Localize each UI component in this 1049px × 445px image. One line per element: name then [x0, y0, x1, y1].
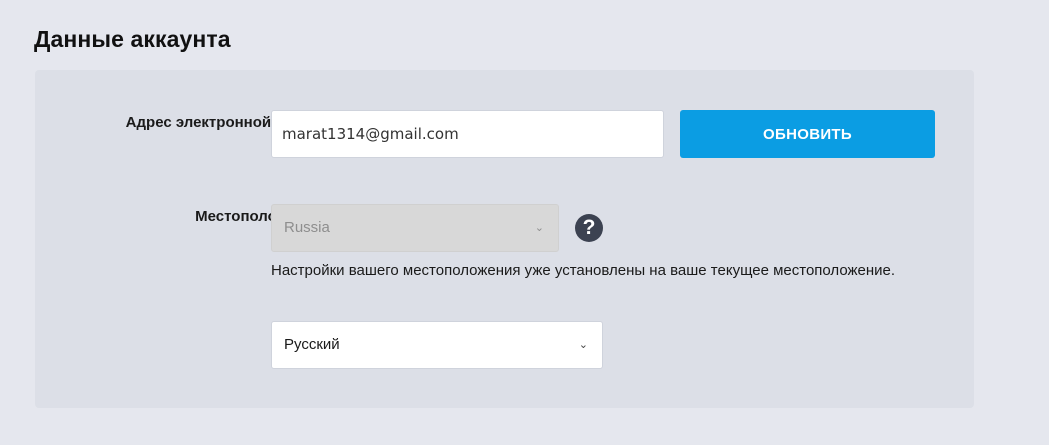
chevron-down-icon: ⌄ [534, 222, 544, 234]
email-field[interactable]: marat1314@gmail.com [271, 110, 664, 158]
chevron-down-icon: ⌄ [578, 339, 588, 351]
location-selected-value: Russia [284, 219, 330, 236]
language-select[interactable]: Русский ⌄ [271, 321, 603, 369]
location-note: Настройки вашего местоположения уже уста… [271, 262, 896, 279]
update-button[interactable]: ОБНОВИТЬ [680, 110, 935, 158]
location-select: Russia ⌄ [271, 204, 559, 252]
question-circle-icon[interactable]: ? [575, 214, 603, 242]
page-title: Данные аккаунта [34, 26, 231, 52]
language-selected-value: Русский [284, 336, 340, 353]
